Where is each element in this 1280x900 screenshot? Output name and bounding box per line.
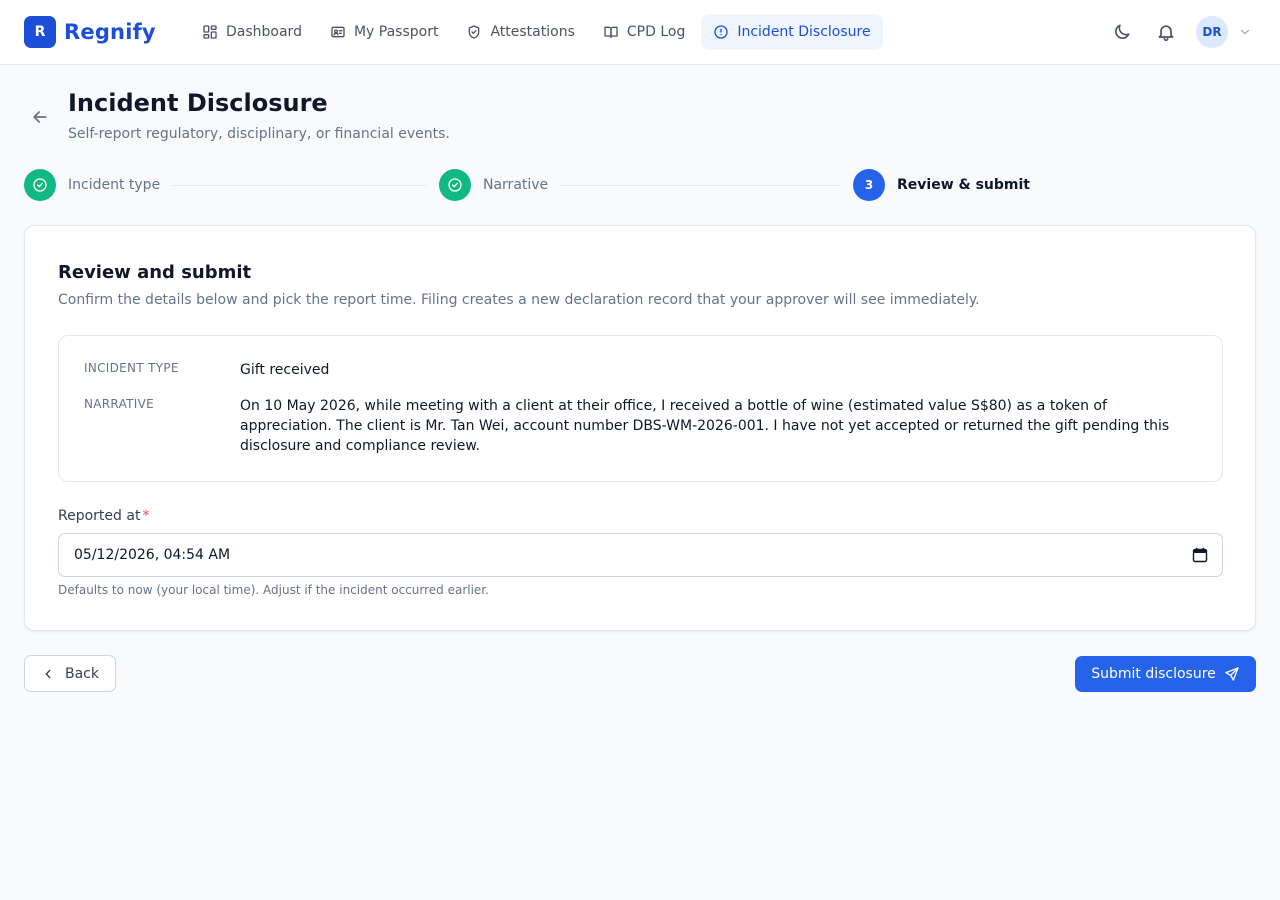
user-menu[interactable]: DR [1196, 16, 1252, 48]
step-connector [172, 185, 427, 186]
check-circle-icon [448, 178, 462, 192]
page-subtitle: Self-report regulatory, disciplinary, or… [68, 126, 450, 142]
back-button[interactable]: Back [24, 655, 116, 692]
nav-item-attestations[interactable]: Attestations [454, 14, 586, 50]
top-actions: DR [1094, 16, 1252, 48]
required-asterisk: * [142, 508, 150, 524]
step-narrative[interactable]: Narrative [439, 169, 548, 201]
dashboard-grid-icon [203, 25, 217, 39]
step-label: Review & submit [897, 177, 1030, 193]
submit-disclosure-button[interactable]: Submit disclosure [1075, 656, 1256, 692]
nav-item-dashboard[interactable]: Dashboard [190, 14, 314, 50]
nav-label: Dashboard [226, 24, 302, 40]
avatar: DR [1196, 16, 1228, 48]
brand-name: Regnify [64, 20, 156, 44]
notifications-button[interactable] [1150, 16, 1182, 48]
card-description: Confirm the details below and pick the r… [58, 292, 980, 308]
narrative-value: On 10 May 2026, while meeting with a cli… [240, 398, 1170, 454]
nav-label: My Passport [353, 24, 439, 40]
nav-item-incident-disclosure[interactable]: Incident Disclosure [701, 14, 883, 50]
main-nav: Dashboard My Passport Attestations CPD L… [190, 14, 887, 50]
brand-logo[interactable]: R Regnify [24, 16, 156, 48]
send-icon [1225, 667, 1239, 681]
incident-type-label: INCIDENT TYPE [84, 361, 179, 375]
review-card: Review and submit Confirm the details be… [24, 225, 1256, 631]
reported-at-label-text: Reported at [58, 508, 141, 524]
card-title: Review and submit [58, 262, 252, 283]
back-button-label: Back [65, 665, 99, 682]
reported-at-value: 05/12/2026, 04:54 AM [74, 547, 231, 563]
step-review-submit: 3 Review & submit [853, 169, 1030, 201]
nav-label: Incident Disclosure [737, 24, 871, 40]
reported-at-datetime-input[interactable]: 05/12/2026, 04:54 AM [58, 533, 1223, 577]
nav-label: CPD Log [626, 24, 686, 40]
moon-icon [1115, 24, 1130, 39]
reported-at-hint: Defaults to now (your local time). Adjus… [58, 583, 489, 597]
open-book-icon [604, 26, 618, 38]
disclosure-summary: INCIDENT TYPE Gift received NARRATIVE On… [58, 335, 1223, 482]
incident-type-value: Gift received [240, 362, 330, 378]
bell-icon [1158, 25, 1174, 42]
step-connector [560, 185, 841, 186]
nav-label: Attestations [490, 24, 575, 40]
nav-item-cpd-log[interactable]: CPD Log [591, 14, 697, 50]
narrative-label: NARRATIVE [84, 397, 155, 411]
id-card-icon [331, 26, 345, 38]
chevron-down-icon [1240, 29, 1250, 35]
back-arrow-icon[interactable] [30, 107, 50, 127]
theme-toggle-button[interactable] [1106, 16, 1138, 48]
submit-button-label: Submit disclosure [1091, 666, 1216, 682]
calendar-icon[interactable] [1192, 547, 1208, 563]
step-complete-badge [439, 169, 471, 201]
top-navigation-bar: R Regnify Dashboard My Passport Attestat… [0, 0, 1280, 65]
brand-mark: R [24, 16, 56, 48]
page-title: Incident Disclosure [68, 89, 328, 117]
step-complete-badge [24, 169, 56, 201]
progress-stepper: Incident type Narrative 3 Review & submi… [24, 169, 1256, 201]
chevron-left-icon [45, 669, 51, 678]
shield-check-icon [469, 25, 480, 39]
step-number-badge: 3 [853, 169, 885, 201]
step-incident-type[interactable]: Incident type [24, 169, 160, 201]
step-label: Incident type [68, 177, 161, 193]
check-circle-icon [33, 178, 47, 192]
reported-at-label: Reported at * [58, 508, 149, 524]
nav-item-my-passport[interactable]: My Passport [318, 14, 451, 50]
alert-circle-icon [714, 25, 729, 39]
step-label: Narrative [483, 177, 549, 193]
